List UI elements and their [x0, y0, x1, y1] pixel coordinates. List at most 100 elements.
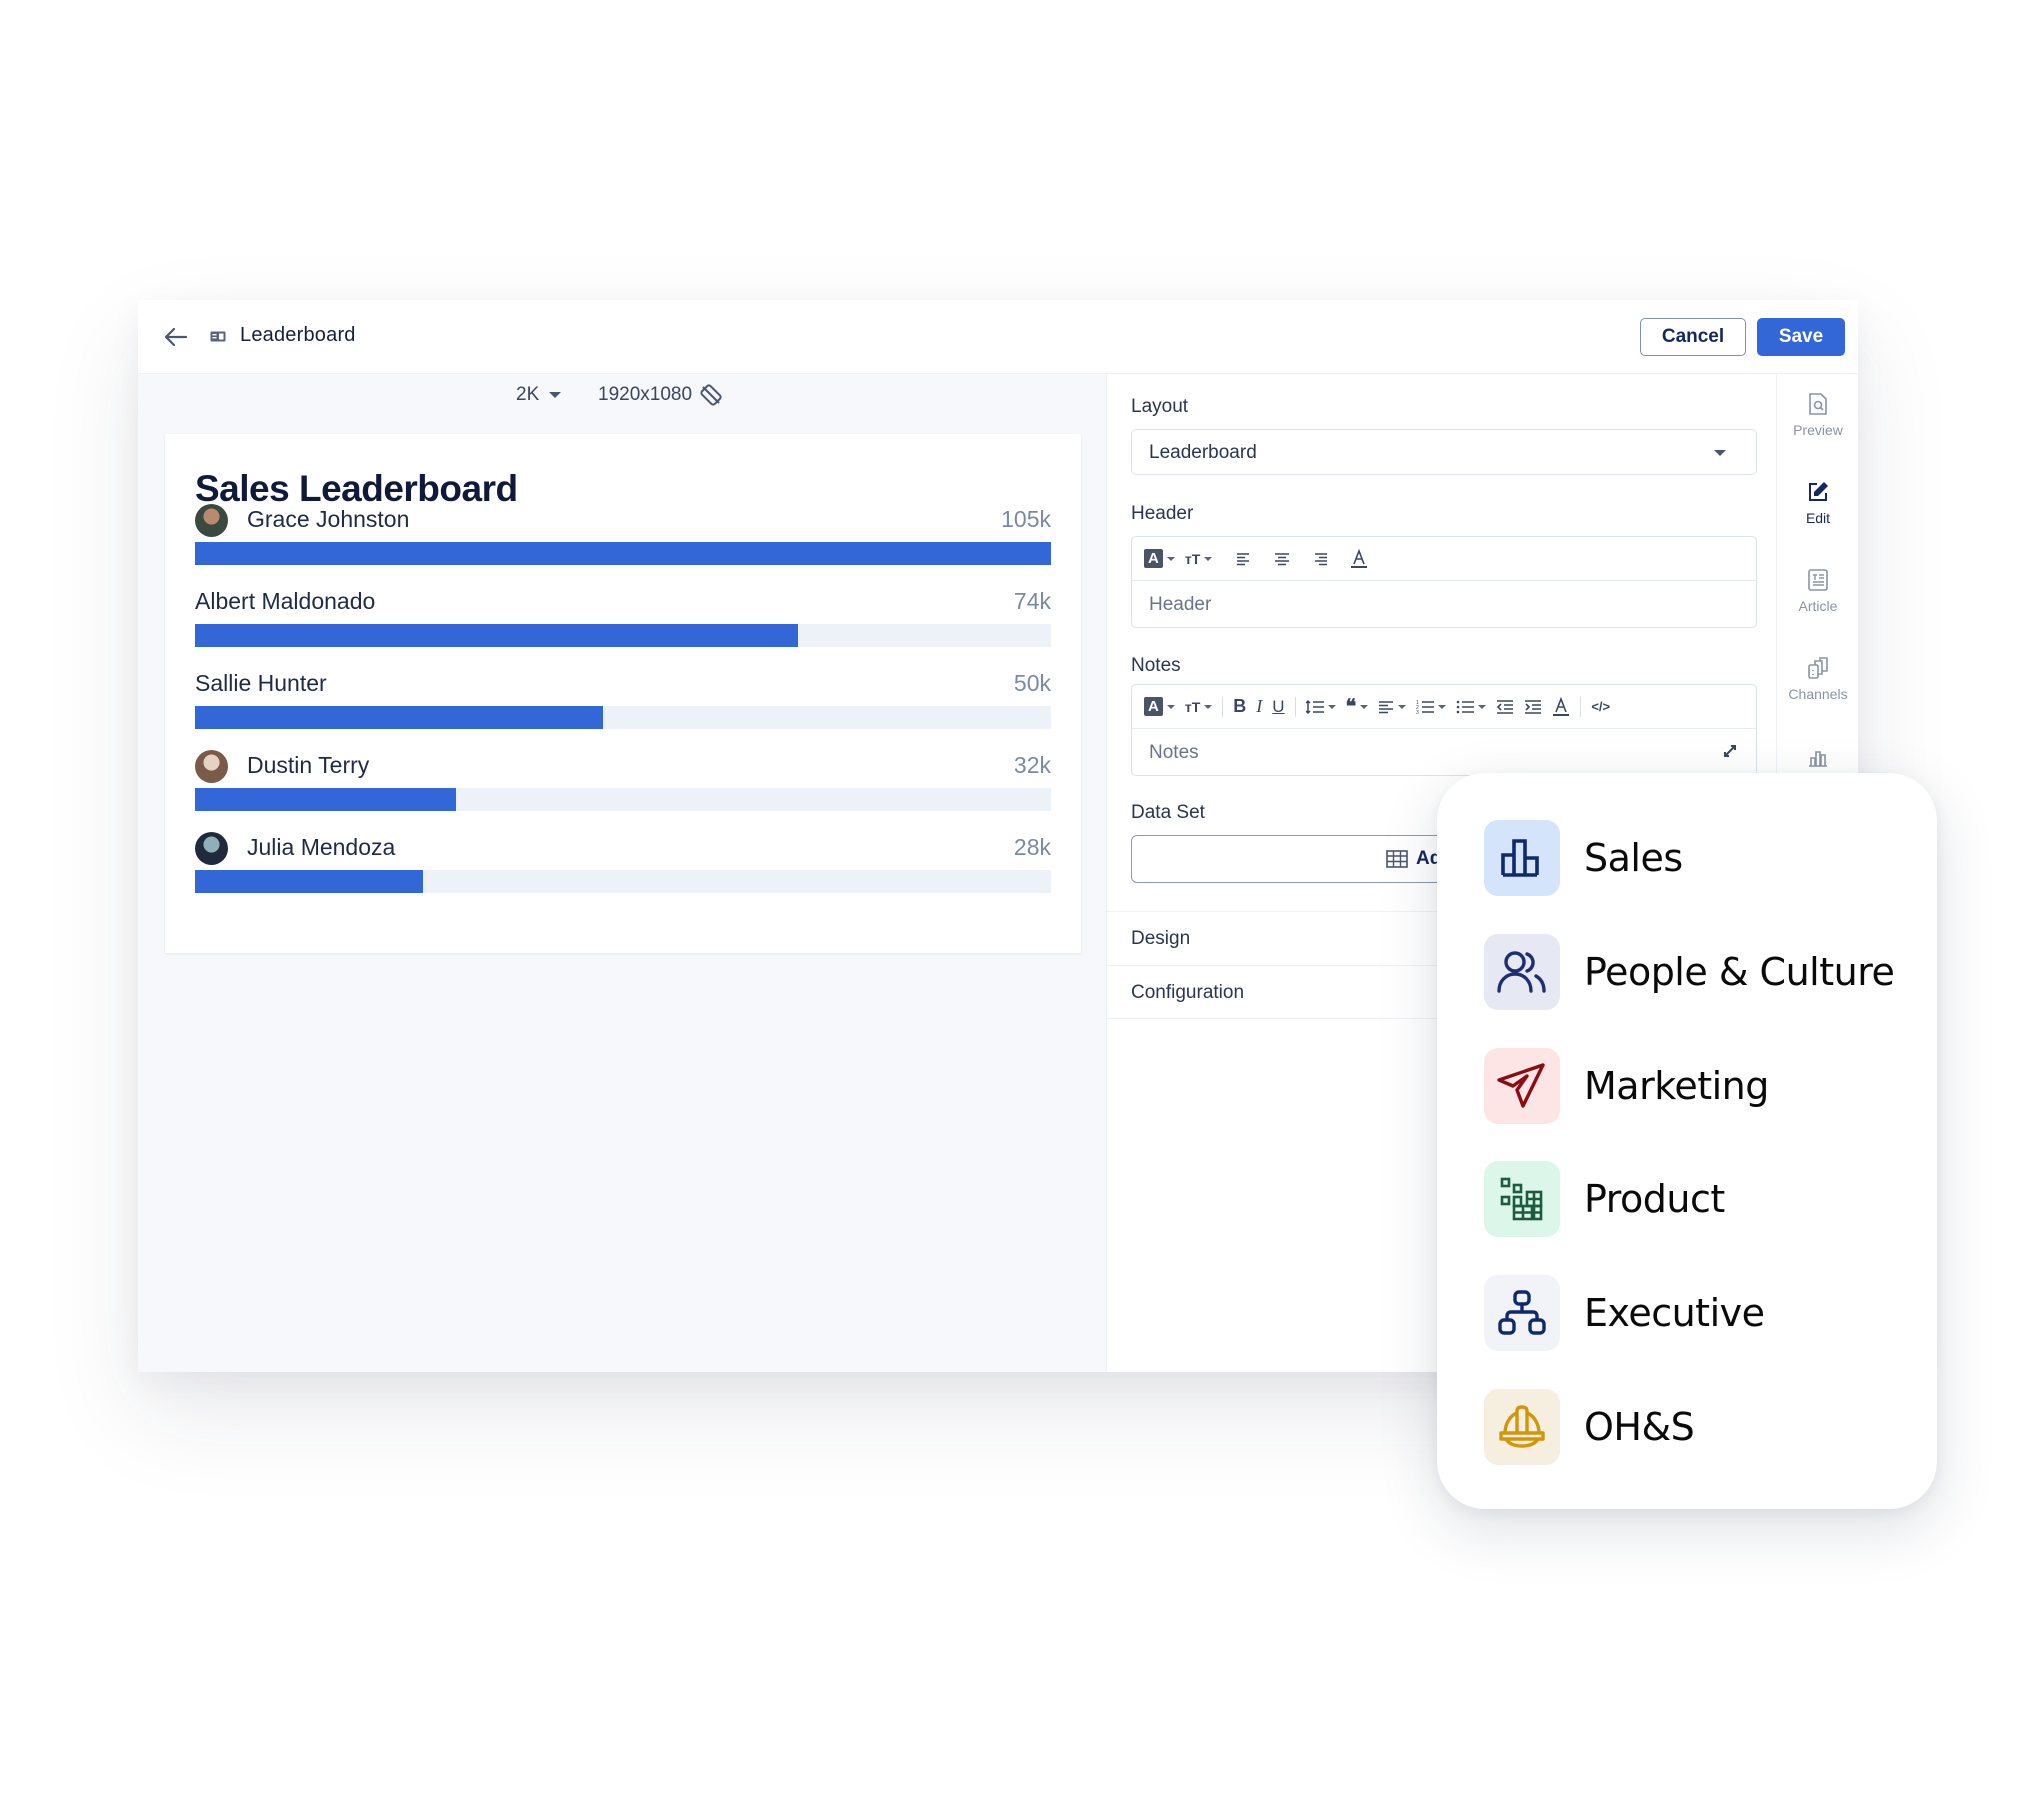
align-center-button[interactable]: [1274, 545, 1290, 573]
align-left-button[interactable]: [1236, 545, 1252, 573]
resolution-dropdown[interactable]: 2K: [516, 384, 562, 406]
leaderboard-row: Julia Mendoza 28k: [195, 832, 1051, 900]
italic-icon: I: [1256, 696, 1263, 716]
progress-track: [195, 870, 1051, 893]
leaderboard-value: 50k: [1013, 670, 1051, 696]
font-size-button[interactable]: ᴛT: [1185, 693, 1213, 721]
indent-icon: [1525, 699, 1542, 714]
expand-icon[interactable]: [1722, 743, 1738, 759]
rail-item-article[interactable]: Article: [1777, 568, 1859, 638]
outdent-button[interactable]: [1496, 693, 1514, 721]
bar-chart-icon: [1484, 820, 1560, 896]
resolution-option: 2K: [516, 384, 540, 405]
align-button[interactable]: [1378, 693, 1407, 721]
align-left-icon: [1237, 552, 1250, 565]
category-label: Marketing: [1584, 1064, 1769, 1108]
quote-icon: ❝: [1345, 696, 1357, 718]
chart-icon: [1809, 751, 1827, 767]
leaderboard-row: Albert Maldonado 74k: [195, 586, 1051, 654]
notes-input[interactable]: Notes: [1132, 729, 1756, 775]
leaderboard-value: 28k: [1013, 834, 1051, 860]
cancel-button[interactable]: Cancel: [1640, 318, 1746, 356]
avatar: [195, 504, 228, 537]
font-color-button[interactable]: [1350, 545, 1368, 573]
resolution-value: 1920x1080: [598, 384, 693, 405]
layout-select-value: Leaderboard: [1149, 442, 1257, 463]
category-label: Executive: [1584, 1291, 1765, 1335]
rail-item-channels[interactable]: Channels: [1777, 656, 1859, 726]
avatar: [195, 750, 228, 783]
line-height-button[interactable]: [1305, 693, 1336, 721]
chevron-down-icon: [549, 392, 562, 398]
quote-button[interactable]: ❝: [1346, 693, 1369, 721]
progress-fill: [195, 706, 603, 729]
category-ohs[interactable]: OH&S: [1484, 1389, 1914, 1465]
page-title: Leaderboard: [240, 324, 356, 346]
bold-button[interactable]: B: [1233, 693, 1246, 721]
bullet-list-button[interactable]: [1456, 693, 1487, 721]
people-icon: [1484, 934, 1560, 1010]
notes-label: Notes: [1131, 655, 1181, 676]
category-marketing[interactable]: Marketing: [1484, 1048, 1914, 1124]
preview-canvas: 2K 1920x1080 Sales Leaderboard Grace Joh…: [138, 374, 1106, 1372]
leaderboard-name: Dustin Terry: [247, 752, 370, 778]
leaderboard-name: Grace Johnston: [247, 506, 410, 532]
progress-fill: [195, 870, 424, 893]
top-bar: Leaderboard Cancel Save: [138, 300, 1858, 374]
avatar: [195, 832, 228, 865]
rail-label-article: Article: [1798, 598, 1838, 614]
add-dataset-button[interactable]: Ad: [1386, 848, 1441, 870]
category-sales[interactable]: Sales: [1484, 820, 1914, 896]
header-editor: A ᴛT Header: [1131, 536, 1757, 628]
header-input[interactable]: Header: [1132, 581, 1756, 627]
rail-item-preview[interactable]: Preview: [1777, 392, 1859, 462]
toolbar-divider: [1580, 696, 1582, 717]
category-product[interactable]: Product: [1484, 1161, 1914, 1237]
font-color-button[interactable]: [1552, 693, 1570, 721]
leaderboard-name: Albert Maldonado: [195, 588, 376, 614]
table-icon: [1386, 850, 1408, 868]
text-color-icon: A: [1144, 697, 1163, 716]
code-view-button[interactable]: </>: [1591, 693, 1610, 721]
category-people-culture[interactable]: People & Culture: [1484, 934, 1914, 1010]
category-label: Sales: [1584, 836, 1683, 880]
hard-hat-icon: [1484, 1389, 1560, 1465]
align-left-icon: [1379, 700, 1394, 713]
rail-label-channels: Channels: [1788, 686, 1848, 702]
dataset-label: Data Set: [1131, 802, 1205, 823]
text-color-button[interactable]: A: [1144, 693, 1175, 721]
align-right-button[interactable]: [1312, 545, 1328, 573]
blocks-icon: [1484, 1161, 1560, 1237]
layout-select[interactable]: Leaderboard: [1131, 429, 1757, 475]
save-button[interactable]: Save: [1757, 318, 1845, 356]
align-center-icon: [1275, 552, 1290, 565]
progress-track: [195, 624, 1051, 647]
underline-button[interactable]: U: [1272, 693, 1284, 721]
line-height-icon: [1305, 699, 1324, 714]
section-configuration-label: Configuration: [1131, 982, 1245, 1003]
font-size-button[interactable]: ᴛT: [1185, 545, 1213, 573]
font-color-icon: [1553, 696, 1570, 716]
leaderboard-row: Dustin Terry 32k: [195, 750, 1051, 818]
leaderboard-row: Sallie Hunter 50k: [195, 668, 1051, 736]
indent-button[interactable]: [1524, 693, 1542, 721]
italic-button[interactable]: I: [1256, 693, 1262, 721]
notes-placeholder: Notes: [1149, 742, 1199, 763]
chevron-down-icon: [1714, 450, 1726, 456]
rail-item-edit[interactable]: Edit: [1777, 480, 1859, 550]
arrow-left-icon[interactable]: [162, 323, 190, 351]
resolution-readout: 1920x1080: [598, 384, 722, 406]
notes-editor: A ᴛT B I U ❝ 123 </> Notes: [1131, 684, 1757, 776]
header-placeholder: Header: [1149, 594, 1212, 615]
leaderboard-row: Grace Johnston 105k: [195, 504, 1051, 572]
leaderboard-value: 105k: [1001, 506, 1051, 532]
progress-track: [195, 542, 1051, 565]
layout-label: Layout: [1131, 396, 1189, 417]
align-right-icon: [1315, 552, 1328, 565]
rotate-screen-icon[interactable]: [700, 384, 722, 406]
ordered-list-button[interactable]: 123: [1416, 693, 1447, 721]
category-executive[interactable]: Executive: [1484, 1275, 1914, 1351]
text-color-button[interactable]: A: [1144, 545, 1175, 573]
toolbar-divider: [1222, 696, 1224, 717]
category-panel: Sales People & Culture Marketing Product…: [1437, 773, 1937, 1509]
